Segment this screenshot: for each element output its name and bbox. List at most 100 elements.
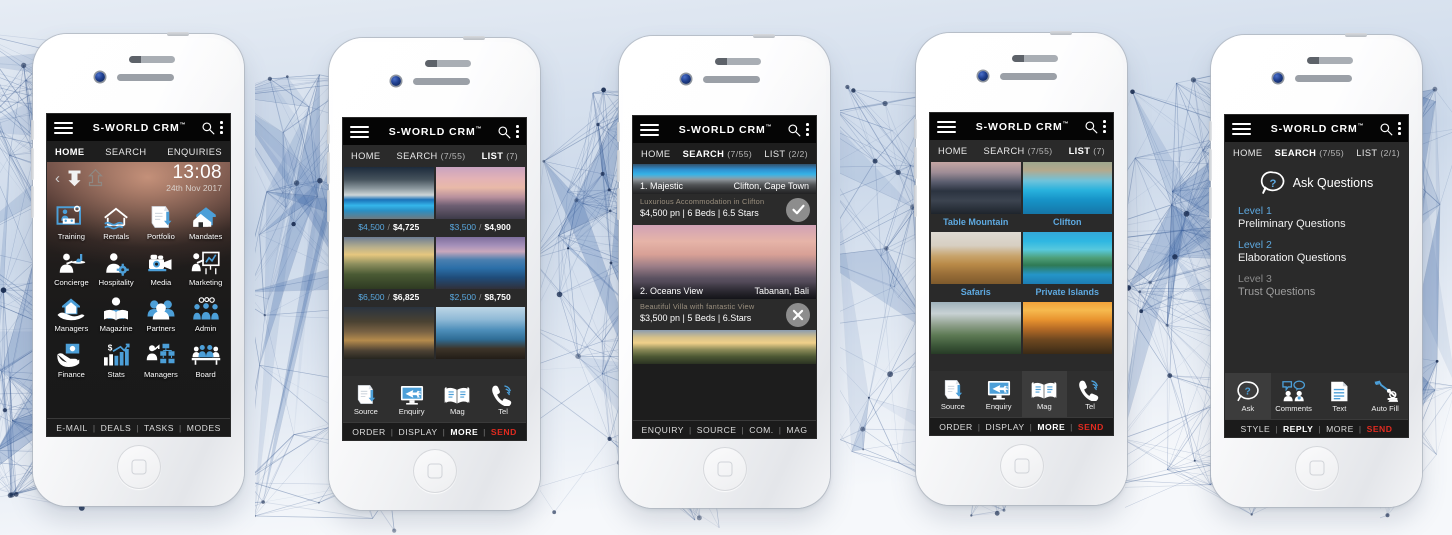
hamburger-menu-icon[interactable] — [1232, 122, 1251, 135]
question-level-3[interactable]: Level 3 Trust Questions — [1225, 273, 1408, 298]
volume-up-button[interactable] — [617, 150, 620, 182]
price-tile[interactable]: $3,500/$4,900 — [435, 167, 525, 235]
listing-photo[interactable] — [633, 330, 816, 364]
volume-down-button[interactable] — [1209, 187, 1212, 219]
kebab-menu-icon[interactable] — [516, 125, 519, 138]
footer-item-tasks[interactable]: TASKS — [144, 423, 174, 433]
footer-item-enquiry[interactable]: ENQUIRY — [642, 425, 685, 435]
home-grid-item-mandates-3[interactable]: Mandates — [183, 196, 228, 241]
search-icon[interactable] — [497, 125, 511, 139]
destination-tile[interactable]: Private Islands — [1022, 232, 1112, 300]
kebab-menu-icon[interactable] — [1398, 122, 1401, 135]
footer-item-send[interactable]: SEND — [1367, 424, 1393, 434]
tool-enquiry[interactable]: Enquiry — [389, 376, 435, 422]
home-button[interactable] — [1294, 446, 1339, 490]
nav-home[interactable]: HOME — [351, 151, 381, 161]
footer-item-display[interactable]: DISPLAY — [398, 427, 437, 437]
volume-down-button[interactable] — [617, 188, 620, 220]
home-grid-item-managers-14[interactable]: Managers — [139, 334, 184, 379]
footer-item-more[interactable]: MORE — [1326, 424, 1354, 434]
home-button[interactable] — [999, 444, 1044, 488]
nav-home[interactable]: HOME — [55, 147, 85, 157]
footer-item-more[interactable]: MORE — [450, 427, 478, 437]
nav-search[interactable]: SEARCH (7/55) — [397, 151, 466, 161]
nav-home[interactable]: HOME — [641, 149, 671, 159]
home-grid-item-media-6[interactable]: Media — [139, 242, 184, 287]
home-button[interactable] — [702, 447, 747, 491]
home-grid-item-managers-8[interactable]: Managers — [49, 288, 94, 333]
home-grid-item-rentals-1[interactable]: Rentals — [94, 196, 139, 241]
home-button[interactable] — [412, 449, 457, 493]
silent-switch[interactable] — [31, 120, 34, 140]
footer-item-more[interactable]: MORE — [1037, 422, 1065, 432]
destination-tile[interactable] — [931, 302, 1021, 354]
footer-item-send[interactable]: SEND — [491, 427, 517, 437]
home-grid-item-partners-10[interactable]: Partners — [139, 288, 184, 333]
tool-text[interactable]: Text — [1317, 373, 1363, 419]
tool-source[interactable]: Source — [930, 371, 976, 417]
nav-list[interactable]: LIST (7) — [482, 151, 518, 161]
home-grid-item-training-0[interactable]: Training — [49, 196, 94, 241]
hamburger-menu-icon[interactable] — [937, 120, 956, 133]
hamburger-menu-icon[interactable] — [54, 121, 73, 134]
price-tile[interactable]: $6,500/$6,825 — [344, 237, 434, 305]
footer-item-display[interactable]: DISPLAY — [985, 422, 1024, 432]
destination-tile[interactable]: Safaris — [931, 232, 1021, 300]
footer-item-order[interactable]: ORDER — [939, 422, 973, 432]
volume-up-button[interactable] — [327, 152, 330, 184]
search-icon[interactable] — [1084, 120, 1098, 134]
footer-item-deals[interactable]: DEALS — [101, 423, 132, 433]
home-grid-item-marketing-7[interactable]: Marketing — [183, 242, 228, 287]
home-grid-item-stats-13[interactable]: $ Stats — [94, 334, 139, 379]
footer-item-order[interactable]: ORDER — [352, 427, 386, 437]
silent-switch[interactable] — [914, 119, 917, 139]
nav-home[interactable]: HOME — [1233, 148, 1263, 158]
search-icon[interactable] — [787, 123, 801, 137]
listing-photo[interactable]: 1. Majestic Clifton, Cape Town — [633, 164, 816, 194]
hamburger-menu-icon[interactable] — [640, 123, 659, 136]
footer-item-com[interactable]: COM. — [749, 425, 773, 435]
upload-arrow-icon[interactable] — [88, 169, 103, 187]
nav-enquiries[interactable]: ENQUIRIES — [167, 147, 222, 157]
footer-item-reply[interactable]: REPLY — [1283, 424, 1313, 434]
check-icon[interactable] — [786, 197, 810, 222]
nav-list[interactable]: LIST (2/2) — [764, 149, 808, 159]
home-grid-item-board-15[interactable]: Board — [183, 334, 228, 379]
price-tile[interactable]: $4,500/$4,725 — [344, 167, 434, 235]
nav-home[interactable]: HOME — [938, 146, 968, 156]
destination-tile[interactable] — [1022, 302, 1112, 354]
home-grid-item-hospitality-5[interactable]: Hospitality — [94, 242, 139, 287]
tool-auto-fill[interactable]: Auto Fill — [1362, 373, 1408, 419]
price-tile[interactable]: $2,500/$8,750 — [435, 237, 525, 305]
search-icon[interactable] — [1379, 122, 1393, 136]
question-level-2[interactable]: Level 2 Elaboration Questions — [1225, 239, 1408, 264]
home-grid-item-admin-11[interactable]: Admin — [183, 288, 228, 333]
footer-item-email[interactable]: E-MAIL — [56, 423, 88, 433]
tool-tel[interactable]: Tel — [1067, 371, 1113, 417]
price-tile[interactable] — [435, 307, 525, 359]
nav-search[interactable]: SEARCH — [105, 147, 146, 157]
tool-mag[interactable]: Mag — [435, 376, 481, 422]
silent-switch[interactable] — [327, 124, 330, 144]
hamburger-menu-icon[interactable] — [350, 125, 369, 138]
nav-search[interactable]: SEARCH (7/55) — [1275, 148, 1345, 158]
chevron-left-icon[interactable]: ‹ — [55, 170, 60, 187]
kebab-menu-icon[interactable] — [220, 121, 223, 134]
volume-down-button[interactable] — [914, 185, 917, 217]
price-tile[interactable] — [344, 307, 434, 359]
footer-item-mag[interactable]: MAG — [786, 425, 807, 435]
volume-down-button[interactable] — [31, 186, 34, 218]
home-grid-item-finance-12[interactable]: Finance — [49, 334, 94, 379]
nav-search[interactable]: SEARCH (7/55) — [984, 146, 1053, 156]
tool-source[interactable]: Source — [343, 376, 389, 422]
volume-down-button[interactable] — [327, 190, 330, 222]
search-icon[interactable] — [201, 121, 215, 135]
tool-ask[interactable]: ? Ask — [1225, 373, 1271, 419]
nav-search[interactable]: SEARCH (7/55) — [683, 149, 753, 159]
close-icon[interactable] — [786, 302, 810, 327]
volume-up-button[interactable] — [914, 147, 917, 179]
home-grid-item-concierge-4[interactable]: Concierge — [49, 242, 94, 287]
home-grid-item-magazine-9[interactable]: Magazine — [94, 288, 139, 333]
footer-item-modes[interactable]: MODES — [187, 423, 221, 433]
nav-list[interactable]: LIST (7) — [1069, 146, 1105, 156]
